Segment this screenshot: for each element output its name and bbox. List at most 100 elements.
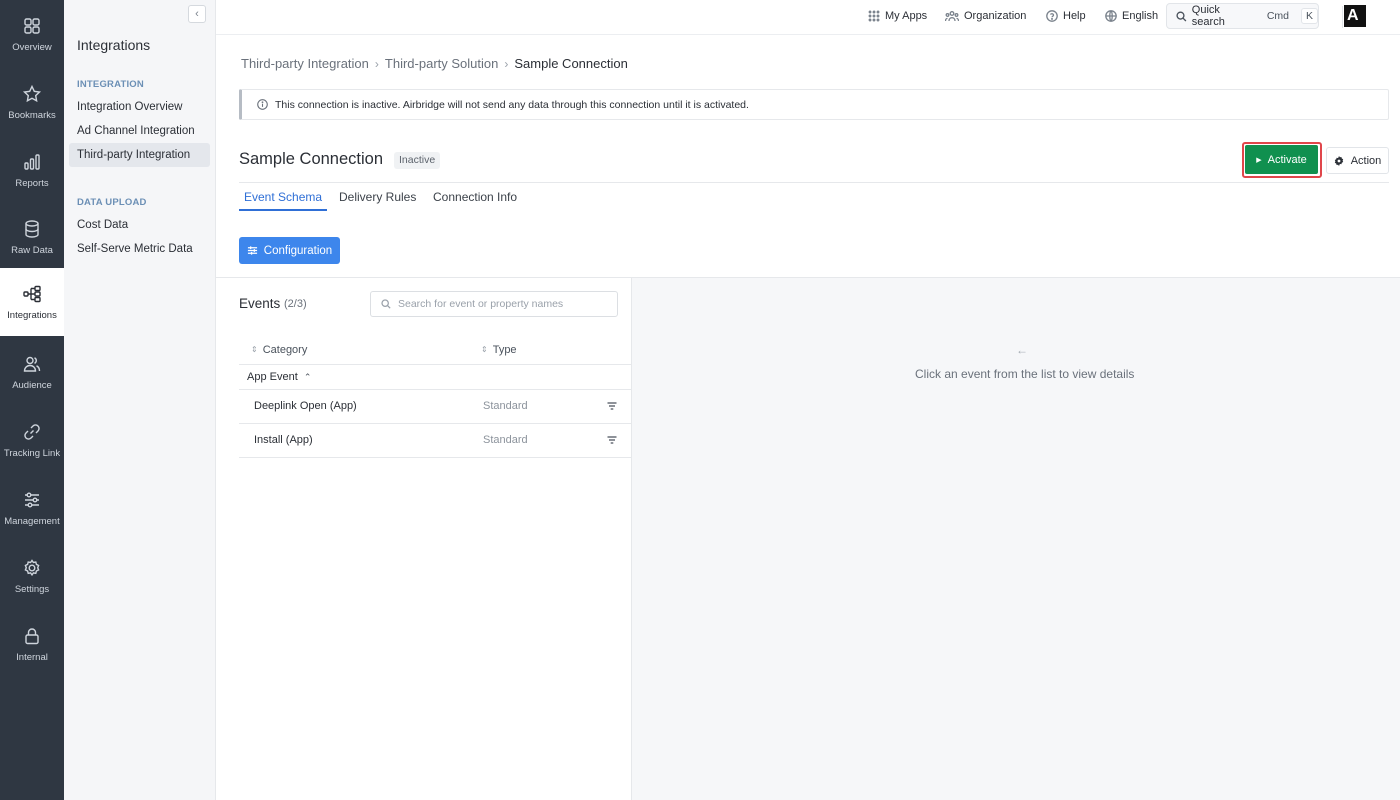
sort-icon: ⇕ (251, 345, 258, 354)
search-icon (381, 299, 391, 309)
rail-label: Internal (16, 651, 48, 663)
arrow-left-icon: ← (1016, 343, 1028, 357)
events-title: Events (239, 296, 281, 311)
grid-icon (24, 17, 40, 34)
main-nav-rail: Overview Bookmarks Reports Raw Data Inte… (0, 0, 64, 800)
event-name: Install (App) (254, 434, 313, 446)
group-label: App Event (247, 371, 298, 383)
empty-state-text: Click an event from the list to view det… (915, 367, 1135, 381)
rail-label: Bookmarks (8, 109, 56, 121)
quick-search-button[interactable]: Quick search Cmd K (1166, 3, 1319, 29)
breadcrumb-third-party-integration[interactable]: Third-party Integration (241, 56, 369, 71)
organization-label: Organization (964, 10, 1027, 22)
divider (239, 182, 1389, 183)
rail-label: Overview (12, 41, 52, 53)
event-name: Deeplink Open (App) (254, 400, 357, 412)
chevron-right-icon: › (374, 56, 379, 71)
page-title: Sample Connection (239, 150, 384, 168)
rail-label: Audience (12, 379, 52, 391)
shortcut-cmd: Cmd (1266, 10, 1289, 22)
notice-text: This connection is inactive. Airbridge w… (275, 98, 749, 111)
language-label: English (1122, 10, 1159, 22)
rail-item-overview[interactable]: Overview (0, 0, 64, 68)
event-search (370, 291, 618, 317)
status-badge: Inactive (394, 152, 441, 169)
activate-label: Activate (1267, 153, 1307, 166)
subnav-title: Integrations (77, 37, 151, 53)
my-apps-label: My Apps (885, 10, 928, 22)
integrations-icon (23, 285, 41, 302)
tab-connection-info[interactable]: Connection Info (433, 184, 517, 211)
rail-item-reports[interactable]: Reports (0, 136, 64, 204)
sort-icon: ⇕ (481, 345, 488, 354)
filter-icon[interactable] (607, 435, 617, 445)
rail-item-internal[interactable]: Internal (0, 610, 64, 678)
info-icon (257, 99, 268, 110)
breadcrumb-current: Sample Connection (514, 56, 628, 71)
subnav-item-cost-data[interactable]: Cost Data (69, 213, 210, 237)
group-row-app-event[interactable]: App Event ⌃ (239, 364, 631, 390)
rail-label: Integrations (7, 309, 57, 321)
filter-icon[interactable] (607, 401, 617, 411)
column-label: Type (492, 344, 517, 356)
subnav-item-ad-channel-integration[interactable]: Ad Channel Integration (69, 119, 210, 143)
table-row[interactable]: Deeplink Open (App) Standard (239, 390, 631, 424)
events-count: (2/3) (284, 298, 307, 310)
search-icon (1176, 11, 1187, 21)
help-link[interactable]: Help (1046, 0, 1086, 32)
link-icon (24, 423, 40, 440)
rail-label: Tracking Link (3, 447, 61, 459)
database-icon (25, 219, 39, 238)
chevron-up-icon: ⌃ (303, 372, 312, 382)
tab-delivery-rules[interactable]: Delivery Rules (339, 184, 416, 211)
configuration-button[interactable]: Configuration (239, 237, 340, 264)
column-header-type[interactable]: ⇕ Type (481, 344, 517, 356)
rail-label: Settings (14, 583, 50, 595)
rail-label: Reports (15, 177, 49, 189)
avatar[interactable]: A (1344, 5, 1366, 27)
rail-item-tracking-link[interactable]: Tracking Link (0, 406, 64, 474)
column-label: Category (262, 344, 308, 356)
language-selector[interactable]: English (1105, 0, 1158, 32)
rail-item-integrations[interactable]: Integrations (0, 268, 64, 336)
subnav-item-third-party-integration[interactable]: Third-party Integration (69, 143, 210, 167)
table-row[interactable]: Install (App) Standard (239, 424, 631, 458)
rail-item-management[interactable]: Management (0, 474, 64, 542)
users-icon (23, 356, 41, 372)
event-type: Standard (483, 400, 528, 412)
configuration-label: Configuration (263, 244, 333, 257)
integrations-subnav: ‹ Integrations INTEGRATION Integration O… (64, 0, 216, 800)
subnav-item-self-serve-metric-data[interactable]: Self-Serve Metric Data (69, 237, 210, 261)
breadcrumb-third-party-solution[interactable]: Third-party Solution (385, 56, 498, 71)
tab-event-schema[interactable]: Event Schema (239, 184, 328, 211)
chevron-right-icon: › (504, 56, 509, 71)
subnav-item-integration-overview[interactable]: Integration Overview (69, 95, 210, 119)
sliders-icon (25, 492, 39, 507)
sliders-icon (247, 246, 257, 255)
my-apps-link[interactable]: My Apps (868, 0, 927, 32)
activate-button[interactable]: ▶ Activate (1245, 145, 1318, 174)
rail-label: Raw Data (11, 244, 53, 256)
gear-icon (1334, 155, 1343, 166)
lock-icon (25, 627, 39, 644)
organization-link[interactable]: Organization (945, 0, 1026, 32)
apps-grid-icon (868, 10, 880, 22)
subnav-section-data-upload: DATA UPLOAD (77, 197, 147, 208)
column-header-category[interactable]: ⇕ Category (251, 344, 307, 356)
event-search-input[interactable] (398, 298, 598, 310)
rail-item-raw-data[interactable]: Raw Data (0, 203, 64, 271)
rail-item-audience[interactable]: Audience (0, 338, 64, 406)
collapse-sidebar-button[interactable]: ‹ (188, 5, 206, 23)
gear-icon (24, 558, 40, 576)
rail-item-settings[interactable]: Settings (0, 542, 64, 610)
star-icon (22, 84, 42, 102)
rail-item-bookmarks[interactable]: Bookmarks (0, 68, 64, 136)
quick-search-label: Quick search (1191, 4, 1225, 28)
breadcrumb: Third-party Integration › Third-party So… (241, 56, 628, 71)
event-type: Standard (483, 434, 528, 446)
shortcut-k: K (1300, 8, 1318, 24)
action-button[interactable]: Action (1326, 147, 1389, 174)
organization-icon (945, 11, 959, 22)
bar-chart-icon (24, 153, 40, 170)
top-divider (1342, 6, 1343, 28)
